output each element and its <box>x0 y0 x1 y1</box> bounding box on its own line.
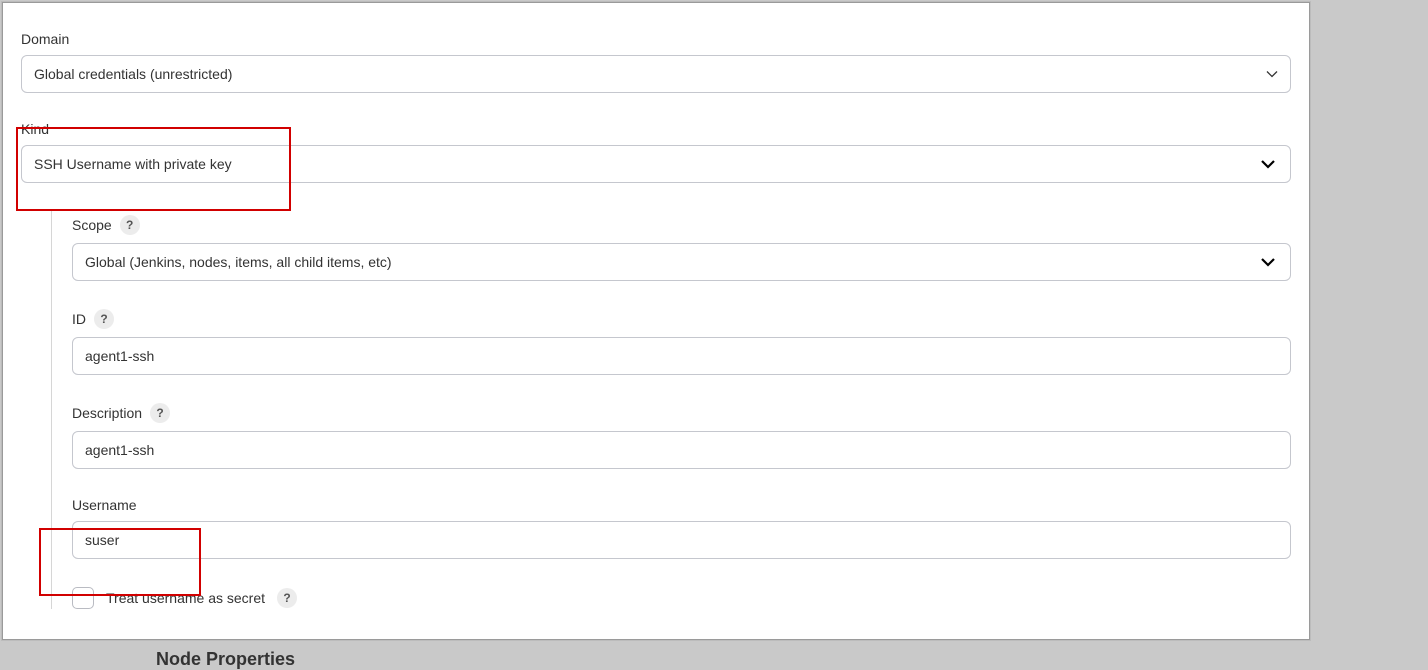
treat-secret-label: Treat username as secret <box>106 590 265 606</box>
scope-field: Scope ? Global (Jenkins, nodes, items, a… <box>72 215 1291 281</box>
help-icon[interactable]: ? <box>94 309 114 329</box>
chevron-down-icon <box>1260 156 1276 172</box>
username-field: Username <box>72 497 1291 559</box>
chevron-down-icon <box>1260 254 1276 270</box>
id-label: ID <box>72 311 86 327</box>
username-input[interactable] <box>72 521 1291 559</box>
description-input[interactable] <box>72 431 1291 469</box>
kind-select[interactable]: SSH Username with private key <box>21 145 1291 183</box>
help-icon[interactable]: ? <box>120 215 140 235</box>
kind-select-value: SSH Username with private key <box>34 156 232 172</box>
chevron-down-icon <box>1266 68 1278 80</box>
help-icon[interactable]: ? <box>277 588 297 608</box>
id-field: ID ? <box>72 309 1291 375</box>
id-input[interactable] <box>72 337 1291 375</box>
domain-select[interactable]: Global credentials (unrestricted) <box>21 55 1291 93</box>
domain-select-value: Global credentials (unrestricted) <box>34 66 232 82</box>
dialog-frame: Domain Global credentials (unrestricted)… <box>2 2 1310 640</box>
treat-secret-checkbox[interactable] <box>72 587 94 609</box>
domain-label: Domain <box>21 31 1291 47</box>
credential-details: Scope ? Global (Jenkins, nodes, items, a… <box>51 211 1291 609</box>
username-label: Username <box>72 497 1291 513</box>
scope-select-value: Global (Jenkins, nodes, items, all child… <box>85 254 392 270</box>
kind-field: Kind SSH Username with private key <box>21 121 1291 183</box>
description-label: Description <box>72 405 142 421</box>
description-field: Description ? <box>72 403 1291 469</box>
treat-secret-row: Treat username as secret ? <box>72 587 1291 609</box>
domain-field: Domain Global credentials (unrestricted) <box>21 31 1291 93</box>
scope-select[interactable]: Global (Jenkins, nodes, items, all child… <box>72 243 1291 281</box>
help-icon[interactable]: ? <box>150 403 170 423</box>
kind-label: Kind <box>21 121 1291 137</box>
scope-label: Scope <box>72 217 112 233</box>
